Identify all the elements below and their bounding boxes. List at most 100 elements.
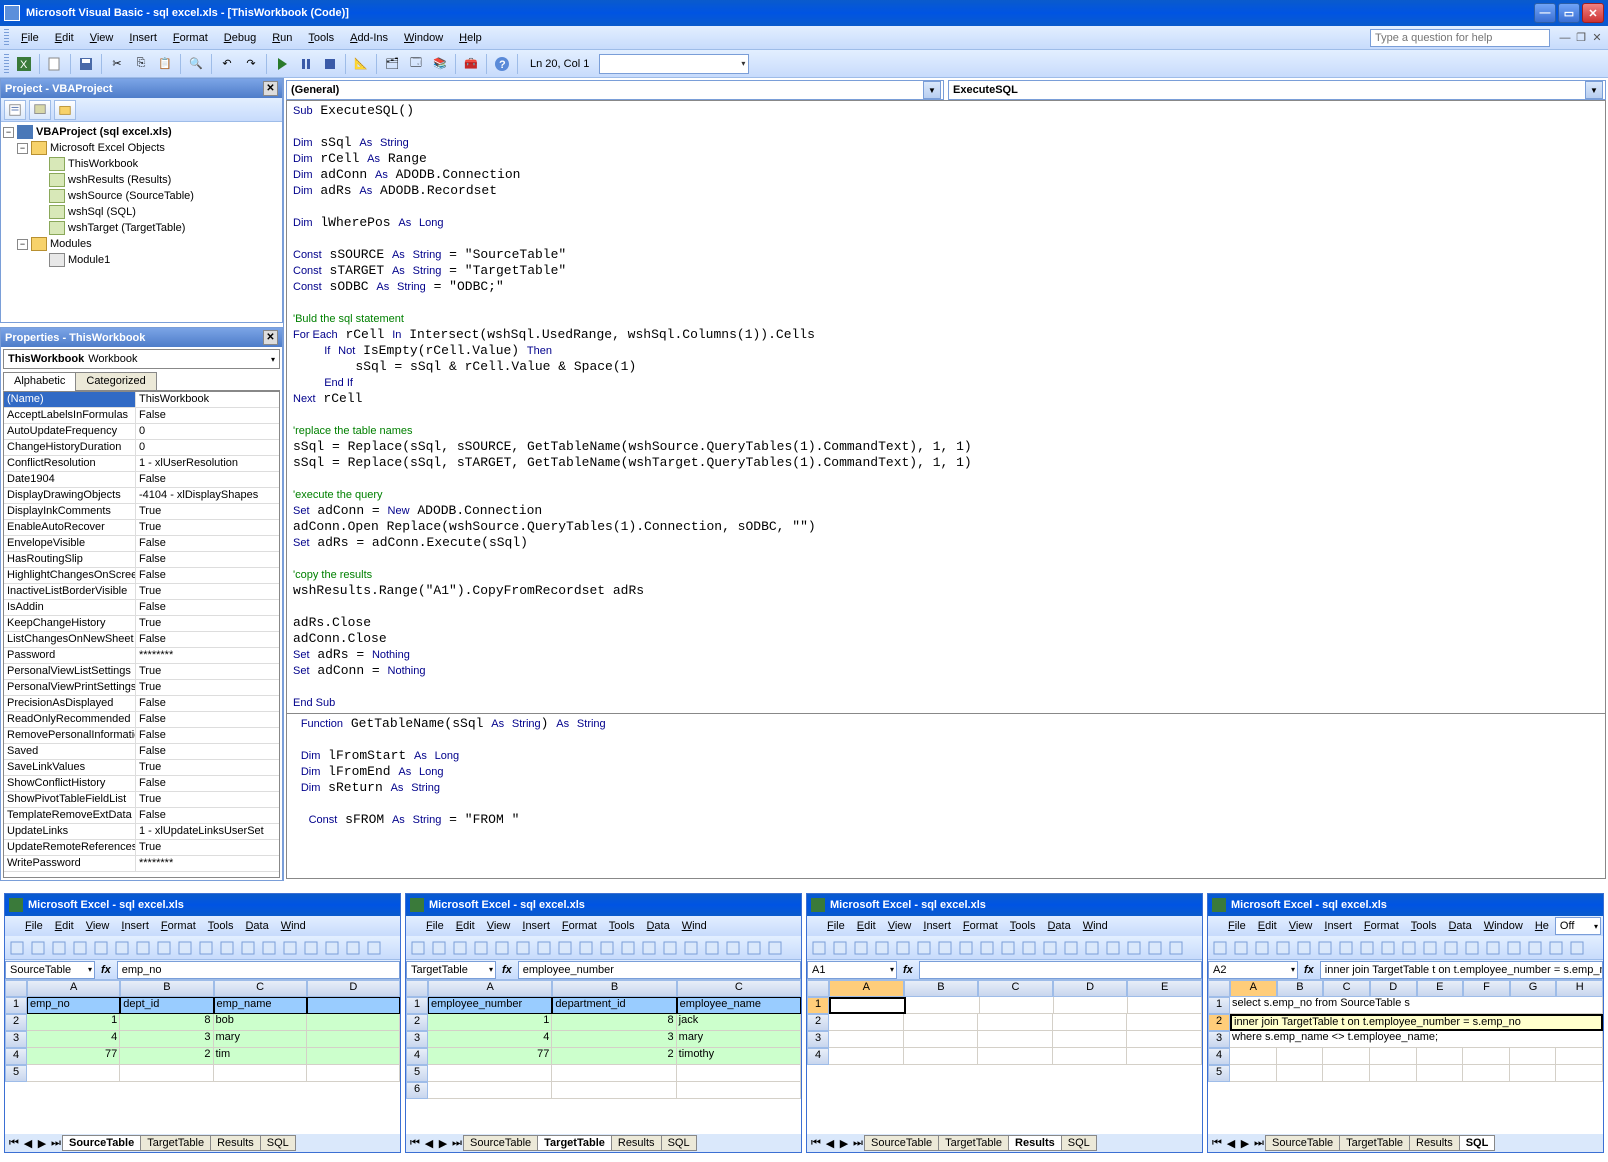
run-button[interactable] bbox=[271, 53, 293, 75]
tab-nav-last-icon[interactable]: ⏭ bbox=[450, 1136, 464, 1150]
cell[interactable] bbox=[1510, 1065, 1557, 1082]
row-header[interactable]: 1 bbox=[5, 997, 27, 1014]
menu-file[interactable]: File bbox=[13, 29, 47, 47]
menu-format[interactable]: Format bbox=[1358, 920, 1405, 932]
save-button[interactable] bbox=[450, 938, 470, 958]
row-header[interactable]: 5 bbox=[406, 1065, 428, 1082]
property-row[interactable]: DisplayDrawingObjects-4104 - xlDisplaySh… bbox=[4, 488, 279, 504]
column-header[interactable]: A bbox=[829, 980, 904, 997]
cell[interactable]: jack bbox=[677, 1014, 801, 1031]
menu-tools[interactable]: Tools bbox=[603, 920, 641, 932]
save-button[interactable] bbox=[851, 938, 871, 958]
sheet-tab-targettable[interactable]: TargetTable bbox=[938, 1135, 1009, 1151]
cell[interactable] bbox=[1127, 1031, 1202, 1048]
tab-nav-next-icon[interactable]: ▶ bbox=[837, 1136, 851, 1150]
cell[interactable] bbox=[978, 1048, 1053, 1065]
cell[interactable] bbox=[906, 997, 980, 1014]
cell[interactable] bbox=[829, 997, 906, 1014]
undo-button[interactable] bbox=[259, 938, 279, 958]
sort-button[interactable] bbox=[343, 938, 363, 958]
print-button[interactable] bbox=[893, 938, 913, 958]
sum-button[interactable] bbox=[1525, 938, 1545, 958]
row-header[interactable]: 3 bbox=[5, 1031, 27, 1048]
row-header[interactable]: 6 bbox=[406, 1082, 428, 1099]
menu-data[interactable]: Data bbox=[1442, 920, 1477, 932]
property-row[interactable]: HighlightChangesOnScreenFalse bbox=[4, 568, 279, 584]
name-box[interactable]: TargetTable bbox=[406, 961, 496, 979]
sum-button[interactable] bbox=[1124, 938, 1144, 958]
redo-button[interactable]: ↷ bbox=[240, 53, 262, 75]
paste-button[interactable] bbox=[217, 938, 237, 958]
cell[interactable] bbox=[307, 1014, 400, 1031]
name-box[interactable]: SourceTable bbox=[5, 961, 95, 979]
menu-format[interactable]: Format bbox=[556, 920, 603, 932]
property-row[interactable]: InactiveListBorderVisibleTrue bbox=[4, 584, 279, 600]
help-search-input[interactable] bbox=[1370, 29, 1550, 47]
cell[interactable] bbox=[1417, 1048, 1464, 1065]
tab-alphabetic[interactable]: Alphabetic bbox=[3, 372, 76, 391]
row-header[interactable]: 4 bbox=[406, 1048, 428, 1065]
save-button[interactable] bbox=[75, 53, 97, 75]
mdi-restore-icon[interactable]: ❐ bbox=[1574, 31, 1588, 45]
column-header[interactable]: A bbox=[1230, 980, 1277, 997]
menu-window[interactable]: Window bbox=[396, 29, 451, 47]
property-row[interactable]: PrecisionAsDisplayedFalse bbox=[4, 696, 279, 712]
sheet-tab-targettable[interactable]: TargetTable bbox=[140, 1135, 211, 1151]
code-editor[interactable]: Sub ExecuteSQL() Dim sSql As String Dim … bbox=[286, 100, 1606, 879]
menu-format[interactable]: Format bbox=[155, 920, 202, 932]
cell[interactable]: 77 bbox=[428, 1048, 552, 1065]
cut-button[interactable] bbox=[977, 938, 997, 958]
paste-button[interactable] bbox=[1420, 938, 1440, 958]
cell[interactable]: 77 bbox=[27, 1048, 120, 1065]
cell[interactable] bbox=[1053, 1031, 1128, 1048]
open-button[interactable] bbox=[429, 938, 449, 958]
menu-help[interactable]: Help bbox=[451, 29, 490, 47]
menu-edit[interactable]: Edit bbox=[1252, 920, 1283, 932]
row-header[interactable]: 1 bbox=[406, 997, 428, 1014]
row-header[interactable]: 4 bbox=[5, 1048, 27, 1065]
copy-button[interactable] bbox=[597, 938, 617, 958]
new-button[interactable] bbox=[7, 938, 27, 958]
view-code-button[interactable] bbox=[4, 100, 26, 120]
new-button[interactable] bbox=[1210, 938, 1230, 958]
cell[interactable] bbox=[829, 1048, 904, 1065]
cell[interactable] bbox=[1556, 1065, 1603, 1082]
menu-edit[interactable]: Edit bbox=[450, 920, 481, 932]
row-header[interactable]: 4 bbox=[807, 1048, 829, 1065]
maximize-button[interactable]: ▭ bbox=[1558, 3, 1580, 23]
name-box[interactable]: A2 bbox=[1208, 961, 1298, 979]
print-button[interactable] bbox=[492, 938, 512, 958]
undo-button[interactable] bbox=[1462, 938, 1482, 958]
fx-icon[interactable]: fx bbox=[903, 964, 913, 976]
row-header[interactable]: 5 bbox=[5, 1065, 27, 1082]
sheet-tab-sourcetable[interactable]: SourceTable bbox=[463, 1135, 538, 1151]
redo-button[interactable] bbox=[681, 938, 701, 958]
paste-button[interactable] bbox=[1019, 938, 1039, 958]
formula-input[interactable]: employee_number bbox=[518, 961, 801, 979]
cell[interactable] bbox=[27, 1065, 120, 1082]
menu-view[interactable]: View bbox=[481, 920, 517, 932]
name-box[interactable]: A1 bbox=[807, 961, 897, 979]
cell[interactable]: 3 bbox=[120, 1031, 213, 1048]
cell[interactable] bbox=[829, 1031, 904, 1048]
print-button[interactable] bbox=[91, 938, 111, 958]
cell[interactable]: 3 bbox=[552, 1031, 676, 1048]
view-excel-button[interactable]: X bbox=[13, 53, 35, 75]
find-button[interactable]: 🔍 bbox=[185, 53, 207, 75]
procedure-combo[interactable]: ExecuteSQL bbox=[948, 80, 1606, 100]
property-row[interactable]: KeepChangeHistoryTrue bbox=[4, 616, 279, 632]
format-button[interactable] bbox=[238, 938, 258, 958]
spell-button[interactable] bbox=[534, 938, 554, 958]
cell[interactable] bbox=[1230, 1048, 1277, 1065]
design-mode-button[interactable]: 📐 bbox=[350, 53, 372, 75]
menu-insert[interactable]: Insert bbox=[115, 920, 155, 932]
cell[interactable] bbox=[1277, 1065, 1324, 1082]
chart-button[interactable] bbox=[1567, 938, 1587, 958]
sheet-tab-results[interactable]: Results bbox=[1008, 1135, 1062, 1151]
sort-button[interactable] bbox=[1546, 938, 1566, 958]
cell[interactable] bbox=[307, 1048, 400, 1065]
property-row[interactable]: WritePassword******** bbox=[4, 856, 279, 872]
format-button[interactable] bbox=[1441, 938, 1461, 958]
cell[interactable] bbox=[214, 1065, 307, 1082]
toolbox-button[interactable]: 🧰 bbox=[460, 53, 482, 75]
